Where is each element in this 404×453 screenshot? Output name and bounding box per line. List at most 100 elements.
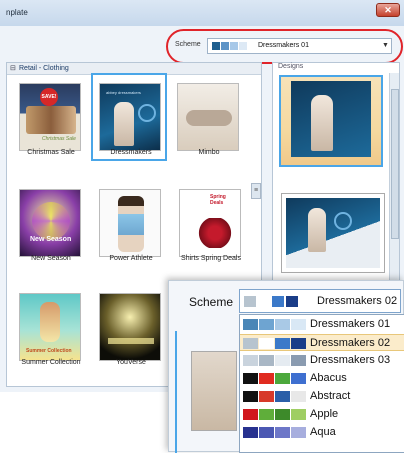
template-tile[interactable]: Power Athlete <box>93 181 169 269</box>
scheme-label: Scheme <box>175 41 201 48</box>
scheme-option[interactable]: Dressmakers 01 <box>240 316 404 333</box>
scheme-swatch <box>291 391 306 402</box>
scheme-option-label: Aqua <box>310 426 336 438</box>
scheme-option[interactable]: Apple <box>240 406 404 423</box>
scheme-swatch <box>259 391 274 402</box>
scheme-swatch <box>286 296 298 307</box>
athlete-figure <box>118 196 144 252</box>
designs-scrollbar[interactable] <box>389 73 399 285</box>
window-title: nplate <box>6 8 28 17</box>
scheme-option-label: Dressmakers 02 <box>310 337 391 349</box>
scheme-swatch <box>243 319 258 330</box>
template-tile[interactable]: Summer Collection Summer Collection <box>13 285 89 373</box>
template-thumbnail <box>177 83 239 151</box>
reclining-model <box>186 110 232 126</box>
scheme-option[interactable]: Aqua <box>240 424 404 441</box>
chevron-down-icon: ▼ <box>382 42 389 49</box>
template-thumbnail: Spring Deals <box>179 189 241 257</box>
scheme-swatch <box>259 355 274 366</box>
scheme-option[interactable]: Dressmakers 03 <box>240 352 404 369</box>
panel-splitter[interactable]: ≡ <box>251 183 261 199</box>
background-thumbnail <box>191 351 237 431</box>
template-caption: YouVerse <box>116 359 146 366</box>
scheme-swatch <box>244 296 256 307</box>
scheme-swatch <box>291 427 306 438</box>
template-tile[interactable]: Spring Deals Shirts Spring Deals <box>173 181 249 269</box>
thumb-heading: Spring Deals <box>210 194 226 206</box>
callout-selected-value: Dressmakers 02 <box>317 295 398 307</box>
callout-scheme-dropdown[interactable]: Dressmakers 02 <box>239 289 401 313</box>
template-caption: Summer Collection <box>21 359 81 366</box>
template-tile[interactable]: YouVerse <box>93 285 169 373</box>
template-caption: Mimbo <box>198 149 220 156</box>
scheme-swatch <box>291 355 306 366</box>
scheme-option-highlighted[interactable]: Dressmakers 02 <box>240 334 404 351</box>
design-preview <box>291 81 371 157</box>
scheme-zoom-callout: Scheme Dressmakers 02 Dressmakers 01 Dre… <box>168 280 404 453</box>
template-thumbnail: abbey dressmakers <box>99 83 161 151</box>
scheme-swatch <box>243 373 258 384</box>
scheme-swatch <box>259 338 274 349</box>
scheme-option[interactable]: Abstract <box>240 388 404 405</box>
scheme-swatch <box>259 319 274 330</box>
thumb-heading: Summer Collection <box>26 348 72 354</box>
template-thumbnail <box>99 189 161 257</box>
designs-label: Designs <box>278 63 304 70</box>
scheme-swatch <box>291 409 306 420</box>
template-caption: Shirts Spring Deals <box>181 255 241 262</box>
script-text: Christmas Sale <box>42 136 76 142</box>
template-tile[interactable]: Mimbo <box>171 75 247 163</box>
scheme-swatch <box>243 409 258 420</box>
scheme-swatch <box>275 338 290 349</box>
model-figure <box>308 208 326 252</box>
scheme-option[interactable]: Abacus <box>240 370 404 387</box>
scheme-option-label: Dressmakers 01 <box>310 318 391 330</box>
scheme-dropdown[interactable]: Dressmakers 01 ▼ <box>207 38 392 54</box>
template-caption: Power Athlete <box>109 255 153 262</box>
thumb-heading: New Season <box>30 236 72 243</box>
scheme-swatch <box>243 338 258 349</box>
scheme-swatch <box>221 42 229 50</box>
scheme-option-label: Abstract <box>310 390 351 402</box>
scheme-swatch <box>275 409 290 420</box>
callout-frame <box>169 331 177 453</box>
scrollbar-thumb[interactable] <box>391 89 399 239</box>
scheme-swatch <box>259 409 274 420</box>
scheme-swatch <box>258 296 270 307</box>
design-thumbnail[interactable] <box>281 193 385 273</box>
template-tile[interactable]: SAVE! Christmas Sale Christmas Sale <box>13 75 89 163</box>
close-button[interactable]: ✕ <box>376 3 400 17</box>
designs-panel: Designs <box>272 62 400 288</box>
light-streak <box>108 338 154 344</box>
scheme-swatch <box>259 427 274 438</box>
thumb-heading: abbey dressmakers <box>106 90 141 95</box>
collapse-icon[interactable]: ⊟ <box>10 64 16 72</box>
scheme-swatch <box>243 391 258 402</box>
scheme-swatch <box>259 373 274 384</box>
template-thumbnail: New Season <box>19 189 81 257</box>
family-photo <box>26 106 76 134</box>
scheme-swatch <box>243 427 258 438</box>
template-tile-selected[interactable]: abbey dressmakers Dressmakers <box>91 73 167 161</box>
scheme-swatch <box>275 373 290 384</box>
design-preview <box>286 198 380 268</box>
scheme-swatch <box>291 373 306 384</box>
scheme-swatch <box>275 355 290 366</box>
scheme-swatch <box>275 391 290 402</box>
model-figure <box>40 302 60 342</box>
template-tile[interactable]: New Season New Season <box>13 181 89 269</box>
scheme-dropdown-list: Dressmakers 01 Dressmakers 02 Dressmaker… <box>239 314 404 453</box>
template-caption: New Season <box>31 255 71 262</box>
scheme-option-label: Apple <box>310 408 339 420</box>
scheme-value: Dressmakers 01 <box>258 42 309 49</box>
template-caption: Christmas Sale <box>27 149 75 156</box>
save-badge: SAVE! <box>40 88 58 106</box>
design-thumbnail-selected[interactable] <box>279 75 383 167</box>
scheme-swatch <box>230 42 238 50</box>
template-thumbnail: Summer Collection <box>19 293 81 361</box>
scheme-bar: Scheme Dressmakers 01 ▼ <box>172 36 394 56</box>
scheme-option-label: Abacus <box>310 372 347 384</box>
scheme-swatch <box>291 338 306 349</box>
scheme-swatch <box>243 355 258 366</box>
template-thumbnail <box>99 293 161 361</box>
